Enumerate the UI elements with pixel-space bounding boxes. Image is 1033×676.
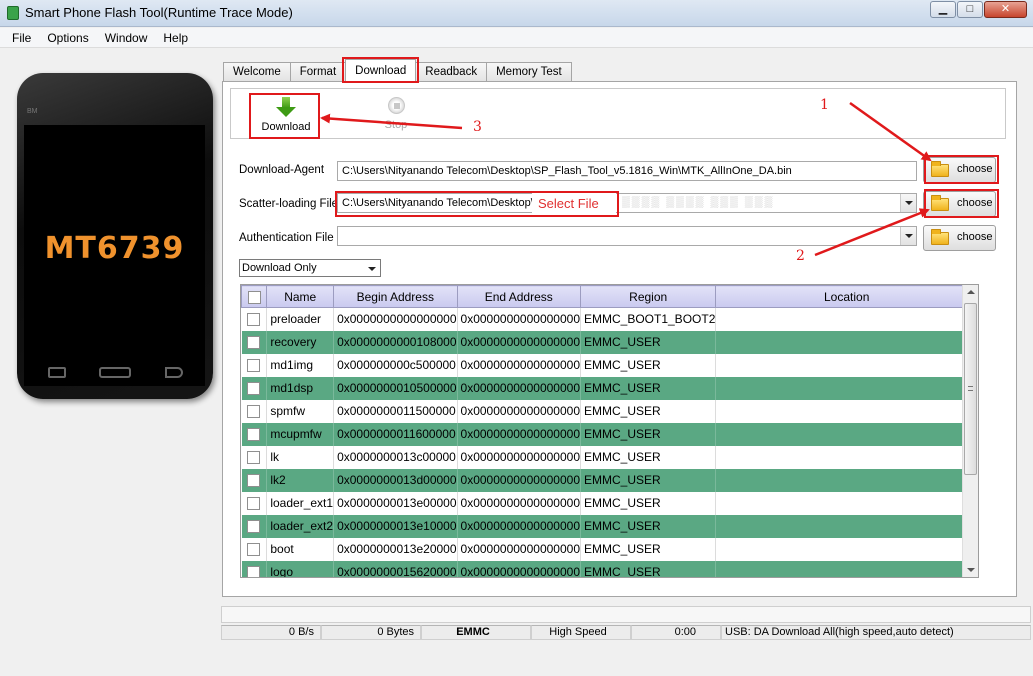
annotation-number-1: 1	[820, 97, 829, 113]
annotation-number-2: 2	[796, 248, 805, 264]
annotation-arrow-3	[320, 113, 463, 130]
annotation-number-3: 3	[473, 119, 482, 135]
annotation-arrows	[320, 101, 932, 257]
annotation-arrow-1	[849, 101, 932, 162]
annotation-arrow-2	[814, 208, 930, 257]
